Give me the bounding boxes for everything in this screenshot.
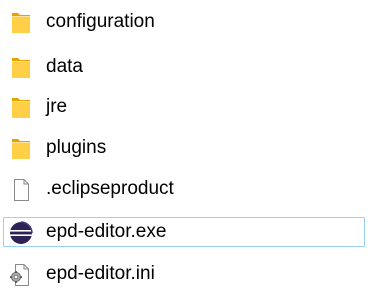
blank-file-icon xyxy=(14,179,29,201)
settings-file-icon xyxy=(10,264,29,286)
file-name: data xyxy=(46,56,83,77)
eclipse-icon xyxy=(10,221,33,244)
file-item-jre[interactable]: jre xyxy=(3,92,365,122)
folder-icon xyxy=(12,98,30,118)
file-name: .eclipseproduct xyxy=(46,178,174,199)
folder-icon xyxy=(12,13,30,33)
file-item-eclipseproduct[interactable]: .eclipseproduct xyxy=(3,174,365,204)
file-name: epd-editor.exe xyxy=(46,221,167,242)
file-item-epd-editor-exe[interactable]: epd-editor.exe xyxy=(3,217,365,247)
file-name: epd-editor.ini xyxy=(46,263,155,284)
file-name: jre xyxy=(46,96,68,117)
file-list: configuration data jre plugins .eclipsep… xyxy=(0,0,368,293)
file-name: plugins xyxy=(46,137,107,158)
file-item-data[interactable]: data xyxy=(3,52,365,82)
folder-icon xyxy=(12,139,30,159)
file-name: configuration xyxy=(46,11,155,32)
file-item-plugins[interactable]: plugins xyxy=(3,133,365,163)
file-item-epd-editor-ini[interactable]: epd-editor.ini xyxy=(3,259,365,289)
folder-icon xyxy=(12,58,30,78)
file-item-configuration[interactable]: configuration xyxy=(3,7,365,37)
